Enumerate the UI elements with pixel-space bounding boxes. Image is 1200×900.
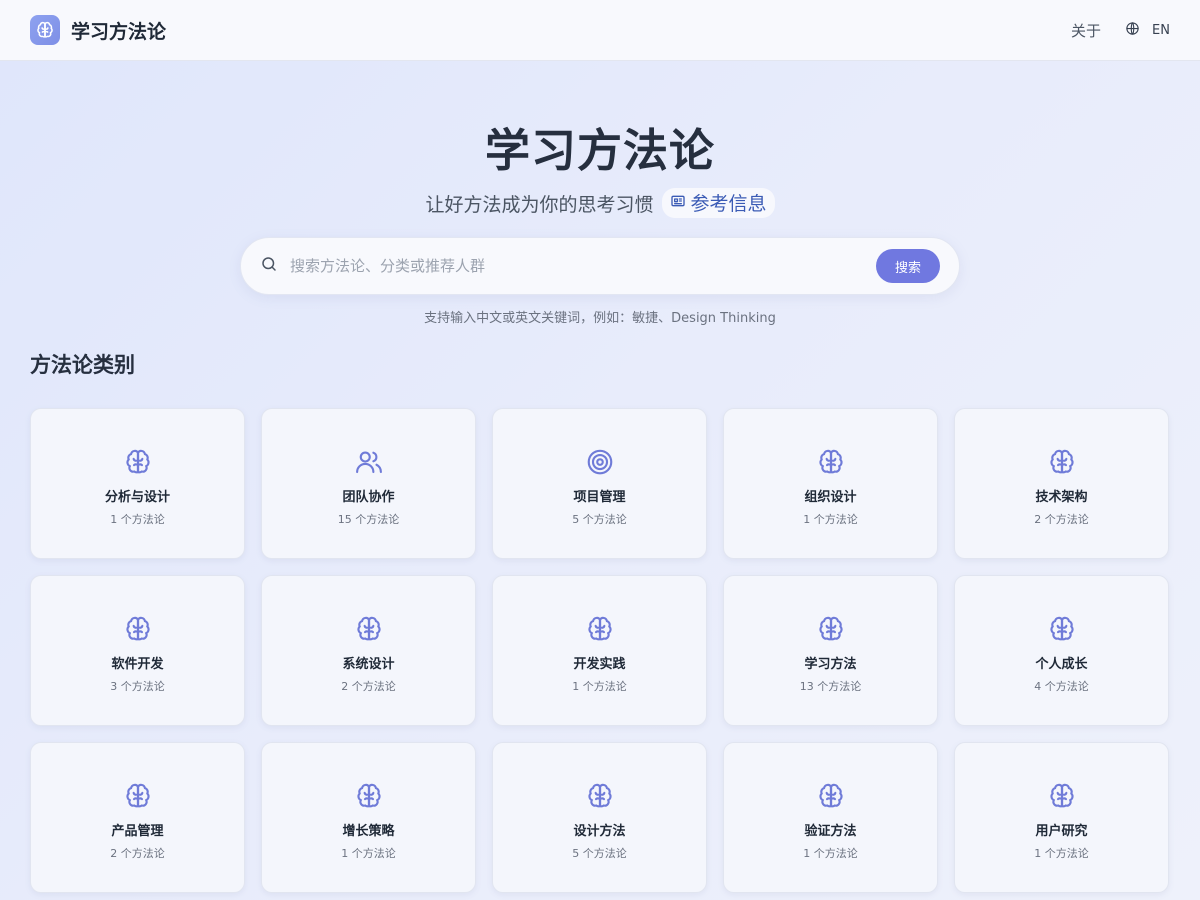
category-name: 用户研究 xyxy=(1035,824,1088,839)
category-card[interactable]: 组织设计 1 个方法论 xyxy=(723,408,938,559)
users-icon xyxy=(354,447,384,477)
category-name: 产品管理 xyxy=(111,824,164,839)
category-card[interactable]: 设计方法 5 个方法论 xyxy=(492,742,707,893)
brain-icon xyxy=(585,781,615,811)
category-count: 15 个方法论 xyxy=(337,513,400,526)
category-name: 开发实践 xyxy=(573,657,626,672)
category-card[interactable]: 分析与设计 1 个方法论 xyxy=(30,408,245,559)
category-card[interactable]: 软件开发 3 个方法论 xyxy=(30,575,245,726)
search-button[interactable]: 搜索 xyxy=(876,249,940,283)
category-card[interactable]: 项目管理 5 个方法论 xyxy=(492,408,707,559)
about-link[interactable]: 关于 xyxy=(1071,20,1101,41)
nav-right: 关于 EN xyxy=(1071,20,1170,41)
category-count: 1 个方法论 xyxy=(572,680,627,693)
brain-icon xyxy=(816,781,846,811)
brain-icon xyxy=(816,614,846,644)
category-card[interactable]: 个人成长 4 个方法论 xyxy=(954,575,1169,726)
category-count: 2 个方法论 xyxy=(341,680,396,693)
hero-title: 学习方法论 xyxy=(484,124,715,177)
brain-icon xyxy=(585,614,615,644)
category-card[interactable]: 用户研究 1 个方法论 xyxy=(954,742,1169,893)
search-bar: 搜索 xyxy=(240,237,960,295)
category-name: 软件开发 xyxy=(111,657,164,672)
newspaper-icon xyxy=(670,192,686,214)
category-name: 设计方法 xyxy=(573,824,626,839)
globe-icon xyxy=(1125,21,1140,40)
category-count: 1 个方法论 xyxy=(803,847,858,860)
category-grid: 分析与设计 1 个方法论 团队协作 15 个方法论 项目管理 5 个方法论 组织设计 1… xyxy=(30,408,1169,893)
category-card[interactable]: 团队协作 15 个方法论 xyxy=(261,408,476,559)
category-name: 系统设计 xyxy=(342,657,395,672)
brain-icon xyxy=(354,781,384,811)
category-name: 学习方法 xyxy=(804,657,857,672)
category-name: 团队协作 xyxy=(342,490,395,505)
category-count: 4 个方法论 xyxy=(1034,680,1089,693)
reference-info-label: 参考信息 xyxy=(690,193,767,215)
hero-subtitle: 让好方法成为你的思考习惯 xyxy=(425,193,654,216)
category-name: 增长策略 xyxy=(342,824,395,839)
search-hint: 支持输入中文或英文关键词，例如：敏捷、Design Thinking xyxy=(424,311,776,326)
brain-icon xyxy=(1047,614,1077,644)
category-card[interactable]: 增长策略 1 个方法论 xyxy=(261,742,476,893)
category-card[interactable]: 技术架构 2 个方法论 xyxy=(954,408,1169,559)
language-label: EN xyxy=(1152,22,1170,38)
category-name: 技术架构 xyxy=(1035,490,1088,505)
brain-logo-icon xyxy=(30,15,60,45)
category-count: 5 个方法论 xyxy=(572,847,627,860)
brain-icon xyxy=(1047,447,1077,477)
top-navbar: 学习方法论 关于 EN xyxy=(0,0,1200,61)
category-count: 5 个方法论 xyxy=(572,513,627,526)
hero-subtitle-row: 让好方法成为你的思考习惯 参考信息 xyxy=(0,188,1200,218)
section-title: 方法论类别 xyxy=(30,353,135,377)
category-name: 分析与设计 xyxy=(104,490,170,505)
reference-info-badge[interactable]: 参考信息 xyxy=(661,188,775,218)
category-name: 组织设计 xyxy=(804,490,857,505)
brain-icon xyxy=(123,614,153,644)
category-name: 个人成长 xyxy=(1035,657,1088,672)
search-icon xyxy=(260,255,278,277)
target-icon xyxy=(585,447,615,477)
category-count: 3 个方法论 xyxy=(110,680,165,693)
brand[interactable]: 学习方法论 xyxy=(30,15,166,45)
brain-icon xyxy=(354,614,384,644)
language-switch[interactable]: EN xyxy=(1125,21,1170,40)
category-count: 13 个方法论 xyxy=(799,680,862,693)
category-card[interactable]: 系统设计 2 个方法论 xyxy=(261,575,476,726)
brain-icon xyxy=(123,781,153,811)
category-count: 1 个方法论 xyxy=(803,513,858,526)
category-count: 1 个方法论 xyxy=(341,847,396,860)
category-count: 2 个方法论 xyxy=(1034,513,1089,526)
category-name: 验证方法 xyxy=(804,824,857,839)
brain-icon xyxy=(123,447,153,477)
brain-icon xyxy=(816,447,846,477)
category-count: 1 个方法论 xyxy=(110,513,165,526)
category-card[interactable]: 产品管理 2 个方法论 xyxy=(30,742,245,893)
category-name: 项目管理 xyxy=(573,490,626,505)
category-card[interactable]: 学习方法 13 个方法论 xyxy=(723,575,938,726)
brain-icon xyxy=(1047,781,1077,811)
category-count: 2 个方法论 xyxy=(110,847,165,860)
search-input[interactable] xyxy=(290,257,876,275)
category-card[interactable]: 开发实践 1 个方法论 xyxy=(492,575,707,726)
brand-name: 学习方法论 xyxy=(71,20,167,43)
category-count: 1 个方法论 xyxy=(1034,847,1089,860)
category-card[interactable]: 验证方法 1 个方法论 xyxy=(723,742,938,893)
